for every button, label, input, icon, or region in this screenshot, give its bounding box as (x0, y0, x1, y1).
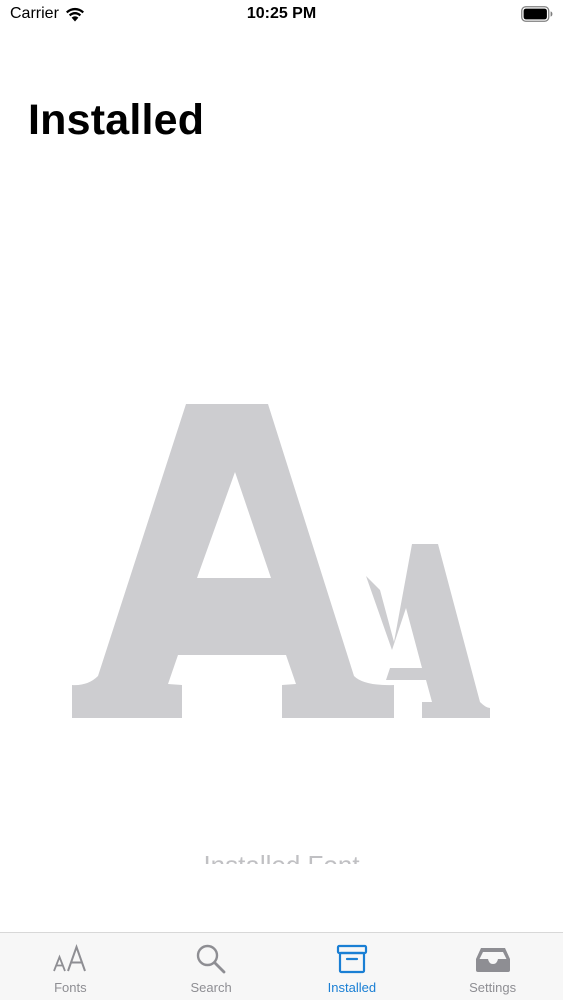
tab-label: Search (190, 980, 232, 995)
tray-icon (474, 942, 512, 976)
tab-settings[interactable]: Settings (422, 933, 563, 1000)
font-aa-icon (72, 404, 490, 718)
empty-state-label: Installed Font (0, 848, 563, 864)
font-size-icon (52, 942, 88, 976)
tab-bar: Fonts Search Installed Settings (0, 932, 563, 1000)
magnifier-icon (195, 942, 227, 976)
tab-search[interactable]: Search (141, 933, 282, 1000)
status-bar: Carrier 10:25 PM (0, 0, 563, 30)
tab-installed[interactable]: Installed (282, 933, 423, 1000)
archive-box-icon (336, 942, 368, 976)
tab-label: Fonts (54, 980, 87, 995)
tab-label: Settings (469, 980, 517, 995)
tab-fonts[interactable]: Fonts (0, 933, 141, 1000)
battery-icon (521, 6, 553, 27)
clock: 10:25 PM (246, 5, 317, 22)
tab-label: Installed (327, 980, 377, 995)
page-title: Installed (28, 96, 205, 144)
